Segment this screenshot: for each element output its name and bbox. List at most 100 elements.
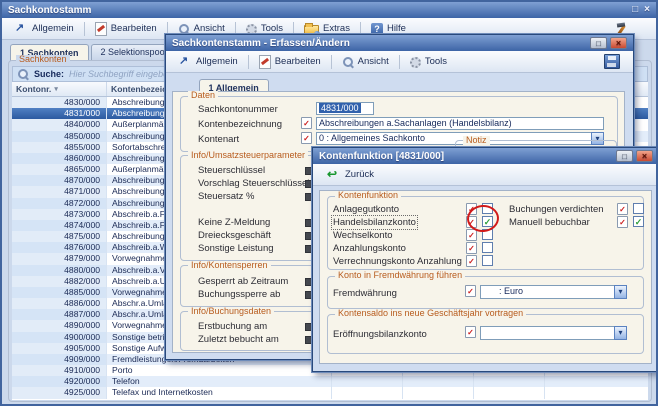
menu-item-label: Bearbeiten bbox=[275, 56, 321, 67]
maximize-icon[interactable]: □ bbox=[632, 3, 638, 17]
account-number: 4874/000 bbox=[12, 220, 107, 231]
account-name: Telefax und Internetkosten bbox=[107, 387, 332, 398]
empty-cell bbox=[332, 376, 403, 387]
option-label-verrechnungskonto-anzahlung: Verrechnungskonto Anzahlung bbox=[333, 256, 462, 267]
modified-check-icon[interactable] bbox=[466, 255, 477, 267]
back-arrow-icon bbox=[327, 168, 340, 181]
account-number: 4850/000 bbox=[12, 131, 107, 142]
menu-separator bbox=[248, 55, 249, 69]
empty-cell bbox=[332, 387, 403, 398]
search-label: Suche: bbox=[34, 69, 64, 79]
kontenbezeichnung-input[interactable]: Abschreibungen a.Sachanlagen (Handelsbil… bbox=[316, 117, 604, 130]
empty-cell bbox=[545, 387, 648, 398]
account-number: 4831/000 bbox=[12, 108, 107, 119]
modified-check-icon[interactable] bbox=[466, 242, 477, 254]
field-label-steuerschlüssel: Steuerschlüssel bbox=[198, 165, 265, 176]
search-icon bbox=[17, 68, 29, 80]
kontenfunktion-window: Kontenfunktion [4831/000] Zurück Kontenf… bbox=[312, 147, 658, 372]
account-number: 4876/000 bbox=[12, 242, 107, 253]
zurueck-button[interactable]: Zurück bbox=[319, 166, 382, 183]
empty-cell bbox=[474, 387, 545, 398]
account-name: Porto bbox=[107, 365, 332, 376]
checkbox-manuell-bebuchbar[interactable] bbox=[633, 216, 644, 227]
account-number: 4882/000 bbox=[12, 276, 107, 287]
option-label-handelsbilanzkonto: Handelsbilanzkonto bbox=[333, 217, 416, 228]
account-name: Telefon bbox=[107, 376, 332, 387]
close-button[interactable] bbox=[610, 37, 627, 49]
modified-check-icon[interactable] bbox=[301, 117, 312, 129]
menu-item-label: Bearbeiten bbox=[111, 23, 157, 34]
field-label-sonstige-leistung: Sonstige Leistung bbox=[198, 243, 274, 254]
menu-item-allgemein[interactable]: Allgemein bbox=[8, 20, 81, 37]
menu-item-label: Ansicht bbox=[358, 56, 389, 67]
sachkontonummer-label: Sachkontonummer bbox=[198, 104, 278, 115]
option-label-manuell-bebuchbar: Manuell bebuchbar bbox=[509, 217, 590, 228]
modified-check-icon[interactable] bbox=[301, 132, 312, 144]
sachkonten-group-label: Sachkonten bbox=[16, 55, 70, 64]
empty-cell bbox=[474, 376, 545, 387]
account-number: 4925/000 bbox=[12, 387, 107, 398]
account-row[interactable]: 4920/000Telefon bbox=[12, 376, 648, 387]
sachkontonummer-input[interactable]: 4831/000 bbox=[316, 102, 374, 115]
close-icon[interactable]: × bbox=[644, 3, 650, 17]
modified-check-icon[interactable] bbox=[465, 326, 476, 338]
kontenfunktion-toolbar: Zurück bbox=[313, 164, 658, 186]
menu-separator bbox=[331, 55, 332, 69]
modified-check-icon[interactable] bbox=[617, 216, 628, 228]
fremdwaehrung-group-label: Konto in Fremdwährung führen bbox=[335, 271, 465, 280]
arrow-ne-icon bbox=[179, 55, 192, 68]
edit-menubar: Allgemein Bearbeiten Ansicht Tools bbox=[166, 51, 633, 73]
field-label-steuersatz-: Steuersatz % bbox=[198, 191, 255, 202]
arrow-ne-icon bbox=[15, 22, 28, 35]
account-row[interactable]: 4925/000Telefax und Internetkosten bbox=[12, 387, 648, 398]
magnifier-icon bbox=[178, 23, 190, 35]
save-icon[interactable] bbox=[604, 54, 620, 69]
menu-item-label: Extras bbox=[323, 23, 350, 34]
menu-item-bearbeiten[interactable]: Bearbeiten bbox=[252, 53, 328, 71]
column-header-kontonr[interactable]: Kontonr. bbox=[12, 82, 107, 96]
saldovortrag-dropdown-icon[interactable] bbox=[614, 326, 627, 340]
menu-separator bbox=[84, 22, 85, 36]
menu-item-bearbeiten[interactable]: Bearbeiten bbox=[88, 20, 164, 38]
account-number: 4885/000 bbox=[12, 287, 107, 298]
account-number: 4905/000 bbox=[12, 343, 107, 354]
modified-check-icon[interactable] bbox=[617, 203, 628, 215]
gear-icon bbox=[246, 24, 257, 35]
account-number: 4879/000 bbox=[12, 253, 107, 264]
menu-item-tools[interactable]: Tools bbox=[403, 54, 454, 70]
checkbox-verrechnungskonto-anzahlung[interactable] bbox=[482, 255, 493, 266]
modified-check-icon[interactable] bbox=[465, 285, 476, 297]
close-button[interactable] bbox=[636, 150, 653, 162]
pencil-icon bbox=[259, 55, 271, 69]
menu-item-label: Allgemein bbox=[32, 23, 74, 34]
tab-selektionspool[interactable]: 2 Selektionspool bbox=[91, 44, 177, 60]
minimize-button[interactable] bbox=[616, 150, 633, 162]
eroeffnungsbilanzkonto-select[interactable] bbox=[480, 326, 627, 340]
main-window-title: Sachkontostamm bbox=[8, 5, 91, 16]
fremdwaehrung-dropdown-icon[interactable] bbox=[614, 285, 627, 299]
help-icon bbox=[371, 23, 383, 35]
field-label-dreiecksgeschäft: Dreiecksgeschäft bbox=[198, 230, 271, 241]
menu-item-ansicht[interactable]: Ansicht bbox=[335, 54, 396, 70]
account-number: 4871/000 bbox=[12, 186, 107, 197]
account-number: 4830/000 bbox=[12, 97, 107, 108]
menu-item-allgemein[interactable]: Allgemein bbox=[172, 53, 245, 70]
option-label-wechselkonto: Wechselkonto bbox=[333, 230, 393, 241]
option-label-anlagegutkonto: Anlagegutkonto bbox=[333, 204, 399, 215]
fremdwaehrung-select[interactable]: : Euro bbox=[480, 285, 627, 299]
kontenart-label: Kontenart bbox=[198, 134, 239, 145]
menu-item-label: Tools bbox=[425, 56, 447, 67]
eroeffnungsbilanzkonto-label: Eröffnungsbilanzkonto bbox=[333, 329, 427, 340]
saldovortrag-group-label: Kontensaldo ins neue Geschäftsjahr vortr… bbox=[335, 309, 526, 318]
checkbox-anzahlungskonto[interactable] bbox=[482, 242, 493, 253]
option-label-buchungen-verdichten: Buchungen verdichten bbox=[509, 204, 604, 215]
account-number: 4880/000 bbox=[12, 265, 107, 276]
empty-cell bbox=[403, 376, 474, 387]
checkbox-buchungen-verdichten[interactable] bbox=[633, 203, 644, 214]
minimize-button[interactable] bbox=[590, 37, 607, 49]
fremdwaehrung-label: Fremdwährung bbox=[333, 288, 397, 299]
account-number: 4910/000 bbox=[12, 365, 107, 376]
kontensperren-group-label: Info/Kontensperren bbox=[188, 261, 271, 270]
field-label-buchungssperre-ab: Buchungssperre ab bbox=[198, 289, 280, 300]
field-label-keine-z-meldung: Keine Z-Meldung bbox=[198, 217, 270, 228]
